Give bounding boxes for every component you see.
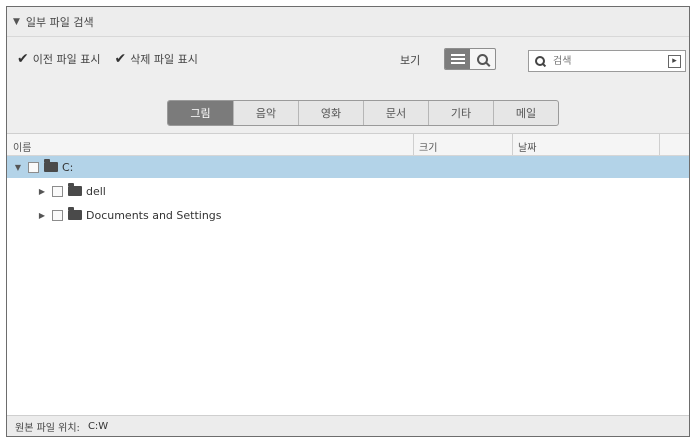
tab-mail[interactable]: 메일 — [493, 101, 558, 125]
show-previous-label: 이전 파일 표시 — [32, 53, 101, 66]
source-path-label: 원본 파일 위치: — [15, 422, 80, 434]
collapse-triangle-icon[interactable]: ▶ — [37, 187, 47, 196]
search-view-button[interactable] — [470, 49, 495, 69]
tab-other[interactable]: 기타 — [428, 101, 493, 125]
row-checkbox[interactable] — [52, 209, 63, 221]
panel-header[interactable]: ▼ 일부 파일 검색 — [7, 7, 689, 37]
collapse-triangle-icon[interactable]: ▶ — [37, 211, 47, 220]
tab-movies[interactable]: 영화 — [298, 101, 363, 125]
show-deleted-checkbox[interactable]: ✔ 삭제 파일 표시 — [114, 51, 197, 67]
checkmark-icon: ✔ — [17, 51, 29, 67]
checkmark-icon: ✔ — [114, 51, 127, 67]
search-options-icon[interactable]: ▸ — [668, 55, 681, 68]
column-divider[interactable] — [413, 134, 414, 155]
source-path-value: C:W — [87, 420, 109, 432]
column-name[interactable]: 이름 — [13, 139, 31, 154]
file-tree-list[interactable]: 이름 크기 날짜 ▼ C: ▶ dell ▶ Documents and Set… — [7, 133, 689, 417]
column-header: 이름 크기 날짜 — [7, 134, 689, 156]
tree-row[interactable]: ▶ dell — [7, 180, 689, 202]
search-input[interactable] — [551, 54, 665, 68]
list-icon — [450, 54, 465, 64]
tab-music[interactable]: 음악 — [233, 101, 298, 125]
tree-row-root[interactable]: ▼ C: — [7, 156, 689, 178]
tab-pictures[interactable]: 그림 — [168, 101, 233, 125]
tree-row[interactable]: ▶ Documents and Settings — [7, 204, 689, 226]
column-date[interactable]: 날짜 — [518, 139, 536, 154]
column-size[interactable]: 크기 — [419, 139, 437, 154]
view-label: 보기 — [400, 54, 421, 67]
row-checkbox[interactable] — [28, 161, 39, 173]
row-checkbox[interactable] — [52, 185, 63, 197]
search-field[interactable]: ▸ — [528, 50, 686, 72]
collapse-triangle-icon[interactable]: ▼ — [13, 17, 20, 27]
search-icon — [535, 56, 545, 66]
tree-item-label: C: — [62, 160, 74, 174]
status-bar: 원본 파일 위치: C:W — [7, 415, 689, 436]
column-divider[interactable] — [659, 134, 660, 155]
folder-icon — [44, 159, 58, 172]
magnifier-icon — [477, 53, 488, 65]
folder-icon — [68, 207, 82, 220]
panel-title: 일부 파일 검색 — [25, 15, 94, 29]
column-divider[interactable] — [512, 134, 513, 155]
tree-item-label: dell — [86, 184, 106, 198]
list-view-button[interactable] — [445, 49, 470, 69]
category-tabs: 그림 음악 영화 문서 기타 메일 — [167, 100, 559, 126]
tree-item-label: Documents and Settings — [86, 208, 222, 222]
tab-documents[interactable]: 문서 — [363, 101, 428, 125]
folder-icon — [68, 183, 82, 196]
show-deleted-label: 삭제 파일 표시 — [130, 53, 198, 66]
show-previous-checkbox[interactable]: ✔ 이전 파일 표시 — [17, 51, 100, 67]
view-mode-toggle — [444, 48, 496, 70]
expand-triangle-icon[interactable]: ▼ — [13, 163, 23, 172]
file-search-panel: ▼ 일부 파일 검색 ✔ 이전 파일 표시 ✔ 삭제 파일 표시 보기 ▸ 그림… — [6, 6, 690, 437]
